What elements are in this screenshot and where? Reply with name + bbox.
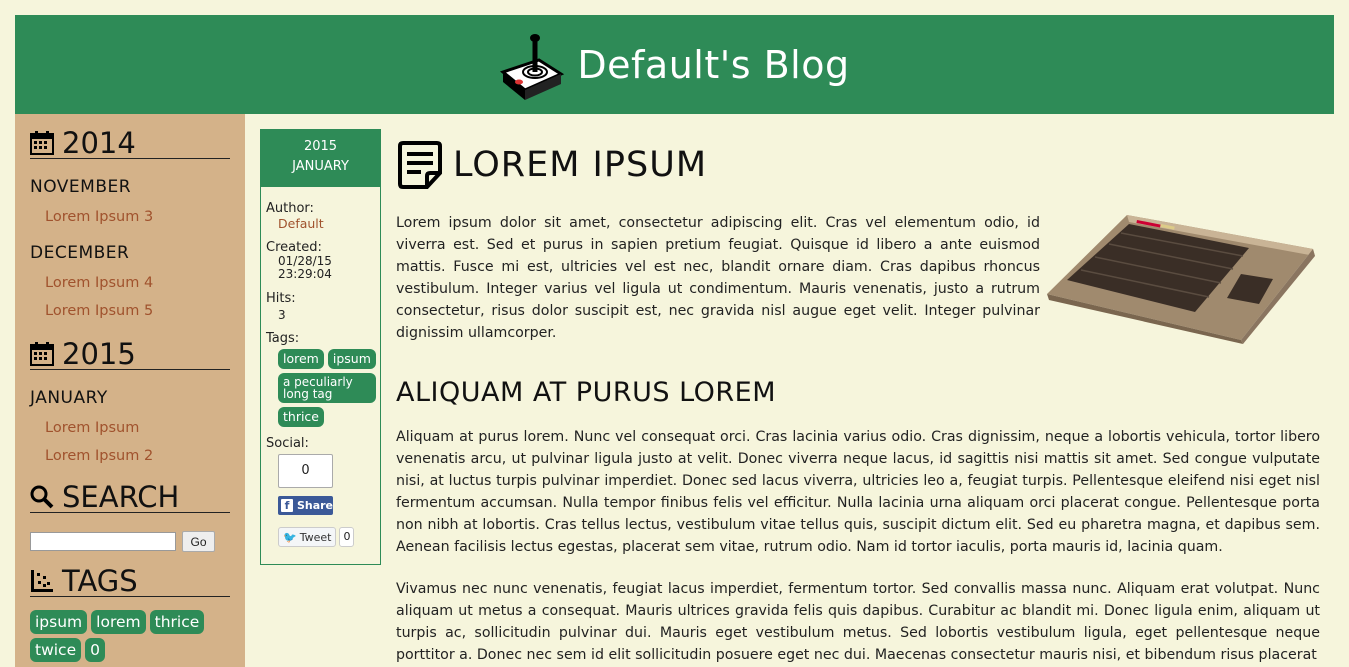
post-tags: lorem ipsum a peculiarly long tag thrice xyxy=(278,349,376,427)
created-label: Created: xyxy=(266,240,322,255)
year-label: 2014 xyxy=(62,126,136,160)
article-intro: Lorem ipsum dolor sit amet, consectetur … xyxy=(396,212,1320,344)
section-heading: ALIQUAM AT PURUS LOREM xyxy=(396,377,777,408)
facebook-icon: f xyxy=(281,499,293,512)
month-label: DECEMBER xyxy=(30,243,130,263)
author-label: Author: xyxy=(266,201,314,216)
archive-post-link[interactable]: Lorem Ipsum 4 xyxy=(45,275,230,291)
site-header: Default's Blog xyxy=(15,15,1334,114)
search-go-button[interactable]: Go xyxy=(182,531,215,552)
tweet-label: Tweet xyxy=(299,530,332,544)
author-link[interactable]: Default xyxy=(278,216,375,231)
archive-year-heading: 2014 xyxy=(30,128,230,159)
search-heading-label: SEARCH xyxy=(62,480,180,514)
post-date-badge: 2015 JANUARY xyxy=(261,130,380,187)
tag-link[interactable]: lorem xyxy=(91,610,146,634)
article: LOREM IPSUM Lorem ipsum dolor sit amet, … xyxy=(396,140,1320,666)
post-tag[interactable]: thrice xyxy=(278,407,324,427)
month-label: JANUARY xyxy=(30,388,108,408)
post-date-year: 2015 xyxy=(303,139,338,154)
home-computer-image xyxy=(1047,215,1315,344)
tag-cloud-icon xyxy=(31,570,53,592)
twitter-bird-icon: 🐦 xyxy=(283,530,297,544)
post-date-month: JANUARY xyxy=(292,159,349,174)
tags-label: Tags: xyxy=(266,331,300,346)
joystick-icon xyxy=(500,33,565,100)
body-paragraph: Aliquam at purus lorem. Nunc vel consequ… xyxy=(396,429,1320,555)
calendar-icon xyxy=(30,131,54,155)
month-label: NOVEMBER xyxy=(30,177,132,197)
search-heading: SEARCH xyxy=(30,482,230,513)
tags-heading-label: TAGS xyxy=(62,564,138,598)
magnifier-icon xyxy=(30,485,54,509)
tag-link[interactable]: 0 xyxy=(85,638,105,662)
hits-label: Hits: xyxy=(266,291,296,306)
post-tag[interactable]: ipsum xyxy=(327,349,376,369)
tag-cloud: ipsum lorem thrice twice 0 xyxy=(30,610,230,662)
archive-post-link[interactable]: Lorem Ipsum 5 xyxy=(45,303,230,319)
archive-post-link[interactable]: Lorem Ipsum xyxy=(45,420,230,436)
search-input[interactable] xyxy=(30,532,176,551)
year-label: 2015 xyxy=(62,337,136,371)
post-tag[interactable]: a peculiarly long tag xyxy=(278,373,376,403)
article-header: LOREM IPSUM xyxy=(396,140,1320,190)
site-title[interactable]: Default's Blog xyxy=(577,43,849,87)
archive-year-heading: 2015 xyxy=(30,339,230,370)
post-tag[interactable]: lorem xyxy=(278,349,324,369)
article-title: LOREM IPSUM xyxy=(453,145,708,185)
facebook-share-button[interactable]: f Share xyxy=(278,496,333,515)
archive-post-link[interactable]: Lorem Ipsum 2 xyxy=(45,448,230,464)
tags-heading: TAGS xyxy=(30,566,230,597)
tweet-widget: 🐦 Tweet 0 xyxy=(278,527,375,547)
facebook-share-label: Share xyxy=(296,499,333,512)
tag-link[interactable]: twice xyxy=(30,638,82,662)
tweet-button[interactable]: 🐦 Tweet xyxy=(278,527,337,547)
facebook-share-count: 0 xyxy=(278,454,333,488)
note-icon xyxy=(398,141,442,189)
tag-link[interactable]: ipsum xyxy=(30,610,88,634)
search-form: Go xyxy=(30,531,230,552)
archive-post-link[interactable]: Lorem Ipsum 3 xyxy=(45,209,230,225)
hits-value: 3 xyxy=(278,308,286,322)
body-paragraph: Vivamus nec nunc venenatis, feugiat lacu… xyxy=(396,581,1320,663)
post-info-box: 2015 JANUARY Author: Default Created: 01… xyxy=(260,129,381,565)
tag-link[interactable]: thrice xyxy=(149,610,205,634)
tweet-count: 0 xyxy=(339,527,355,547)
created-time: 23:29:04 xyxy=(278,267,332,281)
calendar-icon xyxy=(30,342,54,366)
sidebar: 2014 NOVEMBER Lorem Ipsum 3 DECEMBER Lor… xyxy=(15,114,245,667)
social-label: Social: xyxy=(266,436,309,451)
